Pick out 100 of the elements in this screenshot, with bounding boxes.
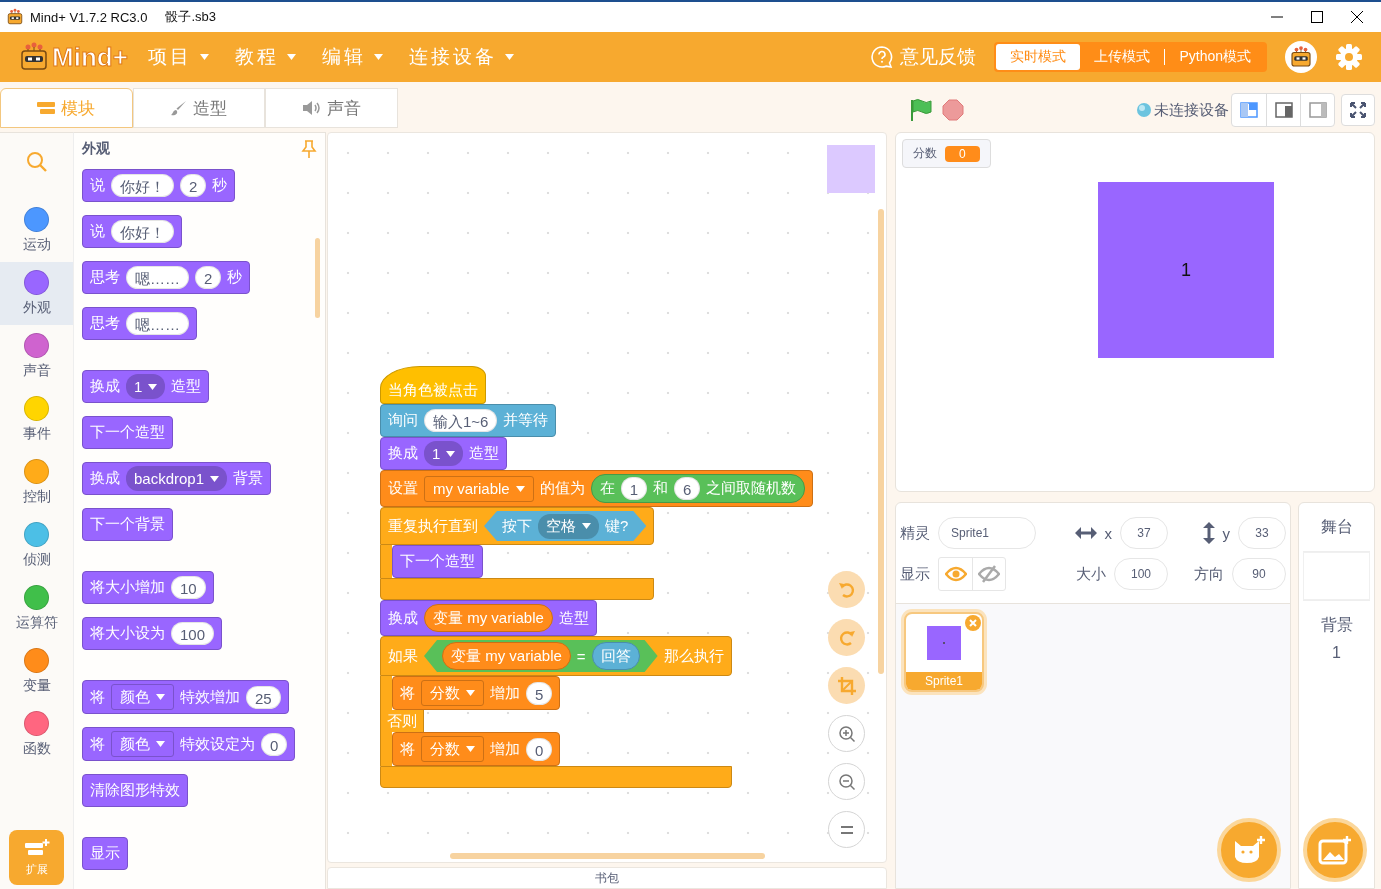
code-block[interactable]: 将大小设为 100 [82, 617, 223, 650]
maximize-icon [1311, 11, 1323, 23]
code-block[interactable]: 重复执行直到 按下 空格 键? [380, 507, 655, 545]
category-item[interactable]: 外观 [0, 262, 73, 325]
editor-tab[interactable]: 声音 [265, 88, 398, 128]
code-block[interactable]: 将 分数 增加 0 [392, 732, 561, 766]
zoom-out-icon [837, 772, 856, 791]
code-block[interactable]: 询问 输入1~6 并等待 [380, 404, 557, 437]
code-block[interactable]: 下一个造型 [392, 545, 483, 578]
zoom-reset-button[interactable] [828, 811, 865, 848]
block-label: 将 [90, 687, 105, 707]
block-dropdown[interactable]: 空格 [538, 513, 599, 539]
block-dropdown[interactable]: backdrop1 [126, 466, 228, 491]
block-label: 的值为 [539, 479, 585, 498]
boolean-block[interactable]: 按下 空格 键? [484, 511, 647, 541]
fullscreen-button[interactable] [1341, 94, 1375, 126]
block-label: 清除图形特效 [90, 781, 180, 800]
undo-icon [837, 580, 856, 599]
block-input[interactable]: 输入1~6 [424, 409, 498, 432]
code-block[interactable]: 换成 变量 my variable 造型 [380, 600, 597, 636]
logo-icon [18, 41, 50, 73]
code-block[interactable]: 清除图形特效 [82, 774, 188, 807]
code-block[interactable]: 换成 1 造型 [82, 370, 210, 403]
block-label: 和 [653, 479, 669, 498]
code-block[interactable]: 显示 [82, 837, 128, 870]
block-dropdown[interactable]: 颜色 [111, 684, 174, 710]
code-block[interactable]: 思考 嗯…… [82, 307, 197, 340]
monitor-value: 0 [945, 145, 980, 162]
question-icon [870, 45, 895, 69]
zoom-out-button[interactable] [828, 763, 865, 800]
monitor-label: 分数 [913, 145, 937, 162]
block-label: 秒 [212, 176, 228, 195]
block-input[interactable]: 10 [171, 576, 206, 599]
code-block[interactable]: 换成 1 造型 [380, 437, 508, 470]
caret-icon [373, 54, 383, 60]
category-item[interactable]: 变量 [0, 640, 73, 703]
block-input[interactable]: 1 [620, 477, 648, 500]
block-input[interactable]: 2 [180, 174, 207, 197]
caret-icon [156, 741, 165, 747]
block-input[interactable]: 5 [526, 681, 553, 705]
code-block[interactable]: 将 分数 增加 5 [392, 676, 561, 710]
block-input[interactable]: 2 [195, 266, 222, 289]
category-item[interactable]: 函数 [0, 703, 73, 766]
reporter-block[interactable]: 在 1 和 6 之间取随机数 [590, 474, 806, 503]
block-label: 换成 [388, 444, 418, 463]
editor-tab[interactable]: 造型 [132, 88, 266, 128]
block-label: 说 [90, 222, 105, 241]
block-dropdown[interactable]: 1 [424, 441, 464, 466]
block-input[interactable]: 你好！ [111, 220, 174, 243]
block-input[interactable]: 嗯…… [126, 266, 189, 289]
code-block[interactable]: 说 你好！ 2 秒 [82, 169, 236, 202]
category-item[interactable]: 声音 [0, 325, 73, 388]
scrollbar[interactable] [450, 853, 765, 859]
redo-button[interactable] [828, 619, 865, 656]
field-label: 显示 [900, 564, 930, 584]
block-input[interactable]: 你好！ [111, 174, 174, 197]
minimap [827, 145, 875, 193]
image-plus-icon [1318, 835, 1352, 865]
block-label: 增加 [490, 683, 520, 703]
category-item[interactable]: 事件 [0, 388, 73, 451]
block-input[interactable]: 嗯…… [126, 312, 189, 335]
block-input[interactable]: 0 [261, 732, 288, 756]
no-stage-icon [1308, 102, 1327, 118]
code-block[interactable]: 换成 backdrop1 背景 [82, 462, 272, 495]
avatar-button[interactable] [1285, 41, 1317, 73]
code-block[interactable]: 将大小增加 10 [82, 571, 214, 604]
code-block[interactable]: 将 颜色 特效设定为 0 [82, 727, 296, 761]
block-label: = [576, 647, 586, 665]
block-label: 造型 [171, 377, 202, 396]
code-block[interactable]: 思考 嗯…… 2 秒 [82, 261, 251, 294]
crop-button[interactable] [828, 667, 865, 704]
stop-icon[interactable] [942, 99, 964, 121]
code-block[interactable]: 说 你好！ [82, 215, 182, 248]
backpack-bar[interactable]: 书包 [327, 867, 887, 889]
block-label: 下一个造型 [400, 552, 475, 571]
file-name: 骰子.sb3 [165, 8, 216, 26]
category-item[interactable]: 侦测 [0, 514, 73, 577]
hidden-eye-icon [978, 565, 1000, 583]
category-item[interactable]: 运算符 [0, 577, 73, 640]
block-dropdown[interactable]: 1 [126, 374, 166, 399]
block-input[interactable]: 100 [171, 622, 215, 645]
zoom-in-button[interactable] [828, 715, 865, 752]
scrollbar[interactable] [315, 238, 320, 318]
block-dropdown[interactable]: 颜色 [111, 731, 174, 757]
scrollbar[interactable] [878, 209, 884, 674]
zoom-in-icon [837, 724, 856, 743]
code-block[interactable]: 将 颜色 特效增加 25 [82, 680, 289, 714]
code-block[interactable]: 下一个造型 [82, 416, 173, 449]
category-item[interactable]: 控制 [0, 451, 73, 514]
block-input[interactable]: 0 [526, 737, 553, 761]
app-icon [6, 8, 24, 26]
block-input[interactable]: 6 [674, 477, 701, 500]
eye-icon [944, 566, 967, 582]
code-block[interactable]: 下一个背景 [82, 508, 173, 541]
undo-button[interactable] [828, 571, 865, 608]
flag-icon[interactable] [908, 98, 932, 122]
block-input[interactable]: 25 [246, 685, 281, 709]
code-block[interactable]: 设置 my variable 的值为 在 1 和 6 之间取随机数 [380, 470, 814, 507]
category-item[interactable]: 运动 [0, 199, 73, 262]
caret-icon [446, 450, 456, 457]
